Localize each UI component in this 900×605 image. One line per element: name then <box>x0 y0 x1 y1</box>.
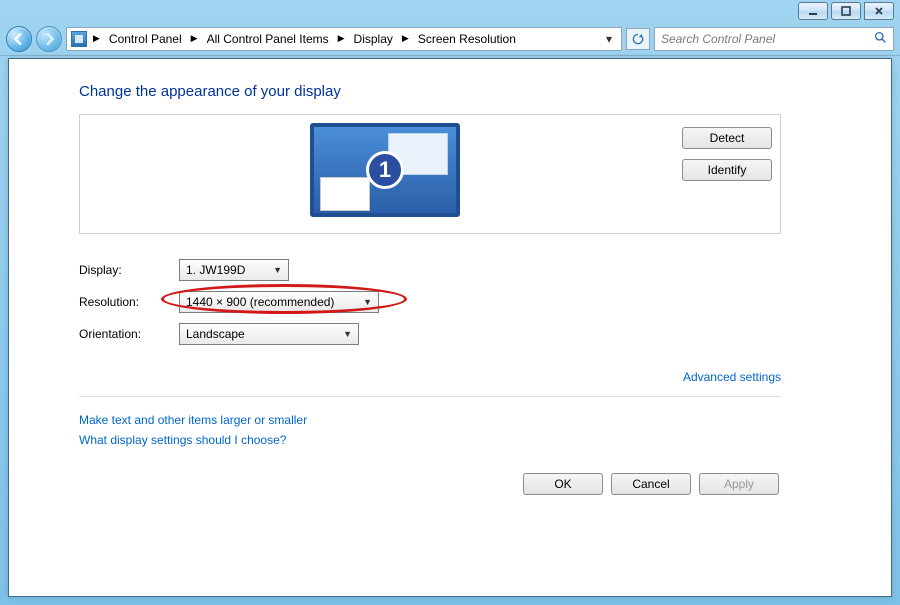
identify-button[interactable]: Identify <box>682 159 772 181</box>
close-button[interactable] <box>864 2 894 20</box>
detect-button[interactable]: Detect <box>682 127 772 149</box>
chevron-right-icon: ▶ <box>91 33 102 44</box>
orientation-select-value: Landscape <box>186 327 245 341</box>
help-link[interactable]: What display settings should I choose? <box>79 433 781 447</box>
chevron-right-icon: ▶ <box>189 33 200 44</box>
display-label: Display: <box>79 263 179 277</box>
orientation-label: Orientation: <box>79 327 179 341</box>
resolution-select[interactable]: 1440 × 900 (recommended) ▼ <box>179 291 379 313</box>
text-size-link[interactable]: Make text and other items larger or smal… <box>79 413 781 427</box>
dialog-actions: OK Cancel Apply <box>79 473 781 495</box>
monitor-number-badge: 1 <box>366 151 404 189</box>
resolution-label: Resolution: <box>79 295 179 309</box>
nav-bar: ▶ Control Panel ▶ All Control Panel Item… <box>0 22 900 56</box>
display-select-value: 1. JW199D <box>186 263 245 277</box>
chevron-down-icon: ▼ <box>343 329 352 339</box>
window-icon <box>320 177 370 211</box>
breadcrumb-item[interactable]: Control Panel <box>106 30 185 48</box>
chevron-right-icon: ▶ <box>400 33 411 44</box>
chevron-down-icon: ▼ <box>363 297 372 307</box>
address-dropdown[interactable]: ▾ <box>601 32 617 46</box>
search-box[interactable] <box>654 27 894 51</box>
search-icon[interactable] <box>874 31 887 47</box>
settings-form: Display: 1. JW199D ▼ Resolution: 1440 × … <box>79 254 781 350</box>
breadcrumb-item[interactable]: All Control Panel Items <box>204 30 332 48</box>
address-bar[interactable]: ▶ Control Panel ▶ All Control Panel Item… <box>66 27 622 51</box>
apply-button: Apply <box>699 473 779 495</box>
advanced-settings-link[interactable]: Advanced settings <box>683 370 781 384</box>
cancel-button[interactable]: Cancel <box>611 473 691 495</box>
orientation-select[interactable]: Landscape ▼ <box>179 323 359 345</box>
minimize-button[interactable] <box>798 2 828 20</box>
ok-button[interactable]: OK <box>523 473 603 495</box>
chevron-right-icon: ▶ <box>336 33 347 44</box>
window-titlebar <box>0 0 900 22</box>
breadcrumb-item[interactable]: Display <box>351 30 396 48</box>
control-panel-icon <box>71 31 87 47</box>
page-title: Change the appearance of your display <box>79 83 781 100</box>
maximize-button[interactable] <box>831 2 861 20</box>
display-preview-panel: 1 Detect Identify <box>79 114 781 234</box>
breadcrumb-item[interactable]: Screen Resolution <box>415 30 519 48</box>
forward-button[interactable] <box>36 26 62 52</box>
back-button[interactable] <box>6 26 32 52</box>
refresh-button[interactable] <box>626 28 650 50</box>
display-select[interactable]: 1. JW199D ▼ <box>179 259 289 281</box>
chevron-down-icon: ▼ <box>273 265 282 275</box>
resolution-select-value: 1440 × 900 (recommended) <box>186 295 334 309</box>
monitor-thumbnail[interactable]: 1 <box>310 123 460 217</box>
search-input[interactable] <box>661 32 874 46</box>
content-frame: Change the appearance of your display 1 … <box>8 58 892 597</box>
